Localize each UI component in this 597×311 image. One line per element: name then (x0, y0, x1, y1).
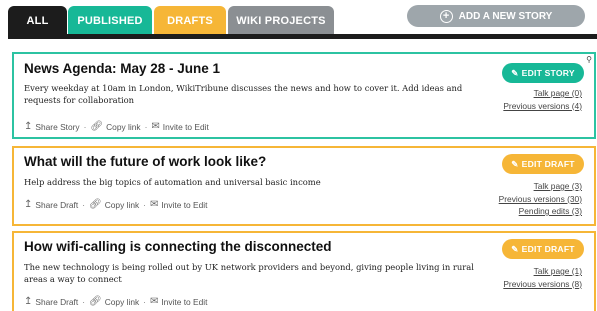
story-title[interactable]: News Agenda: May 28 - June 1 (24, 61, 220, 76)
invite-to-edit-action[interactable]: ✉ Invite to Edit (150, 296, 207, 307)
separator-dot: · (144, 121, 148, 132)
pencil-icon: ✎ (511, 243, 519, 254)
invite-label: Invite to Edit (161, 199, 208, 210)
talk-page-link[interactable]: Talk page (3) (499, 180, 582, 193)
talk-page-link[interactable]: Talk page (0) (503, 87, 582, 100)
pending-edits-link[interactable]: Pending edits (3) (499, 205, 582, 218)
story-actions: ↥ Share Draft · 🔗︎ Copy link · ✉ Invite to … (24, 199, 207, 210)
invite-to-edit-action[interactable]: ✉ Invite to Edit (151, 121, 208, 132)
share-story-action[interactable]: ↥ Share Story (24, 121, 80, 132)
add-new-story-label: ADD A NEW STORY (458, 10, 553, 22)
envelope-icon: ✉ (149, 296, 159, 307)
copy-link-action[interactable]: 🔗︎ Copy link (90, 121, 140, 132)
copy-link-label: Copy link (104, 296, 140, 307)
previous-versions-link[interactable]: Previous versions (8) (503, 278, 582, 291)
tab-wiki-projects[interactable]: WIKI PROJECTS (228, 6, 334, 36)
link-icon: 🔗︎ (89, 199, 102, 210)
story-actions: ↥ Share Story · 🔗︎ Copy link · ✉ Invite to … (24, 121, 209, 132)
story-card: What will the future of work look like? … (12, 146, 596, 226)
tab-drafts[interactable]: DRAFTS (154, 6, 226, 36)
story-title[interactable]: What will the future of work look like? (24, 154, 266, 169)
story-title[interactable]: How wifi-calling is connecting the disco… (24, 239, 332, 254)
share-label: Share Story (35, 121, 80, 132)
share-icon: ↥ (24, 199, 33, 210)
copy-link-action[interactable]: 🔗︎ Copy link (89, 296, 139, 307)
tab-all[interactable]: ALL (8, 6, 67, 36)
share-draft-action[interactable]: ↥ Share Draft (24, 296, 78, 307)
edit-story-button[interactable]: ✎ EDIT STORY (502, 63, 584, 83)
previous-versions-link[interactable]: Previous versions (30) (499, 193, 582, 206)
invite-to-edit-action[interactable]: ✉ Invite to Edit (150, 199, 207, 210)
separator-dot: · (143, 199, 146, 210)
copy-link-label: Copy link (106, 121, 141, 132)
copy-link-action[interactable]: 🔗︎ Copy link (89, 199, 139, 210)
story-description: Every weekday at 10am in London, WikiTri… (24, 83, 463, 105)
story-links: Talk page (0) Previous versions (4) (503, 87, 582, 112)
tab-underline (8, 34, 597, 39)
story-card: ⚲ News Agenda: May 28 - June 1 Every wee… (12, 52, 596, 139)
share-icon: ↥ (24, 121, 33, 132)
edit-story-label: EDIT STORY (521, 68, 575, 78)
story-description: Help address the big topics of automatio… (24, 177, 321, 187)
separator-dot: · (143, 296, 146, 307)
tab-published[interactable]: PUBLISHED (68, 6, 152, 36)
envelope-icon: ✉ (151, 121, 160, 132)
story-links: Talk page (3) Previous versions (30) Pen… (499, 180, 582, 218)
share-icon: ↥ (24, 296, 33, 307)
copy-link-label: Copy link (104, 199, 140, 210)
edit-draft-label: EDIT DRAFT (521, 159, 575, 169)
invite-label: Invite to Edit (161, 296, 208, 307)
link-icon: 🔗︎ (89, 296, 102, 307)
pencil-icon: ✎ (511, 67, 519, 78)
talk-page-link[interactable]: Talk page (1) (503, 265, 582, 278)
edit-draft-button[interactable]: ✎ EDIT DRAFT (502, 239, 584, 259)
pin-icon[interactable]: ⚲ (586, 55, 592, 64)
separator-dot: · (82, 296, 86, 307)
edit-draft-label: EDIT DRAFT (521, 244, 575, 254)
previous-versions-link[interactable]: Previous versions (4) (503, 100, 582, 113)
separator-dot: · (83, 121, 87, 132)
story-description: The new technology is being rolled out b… (24, 262, 474, 284)
story-actions: ↥ Share Draft · 🔗︎ Copy link · ✉ Invite to … (24, 296, 207, 307)
link-icon: 🔗︎ (90, 121, 104, 132)
story-links: Talk page (1) Previous versions (8) (503, 265, 582, 290)
share-label: Share Draft (35, 296, 79, 307)
plus-circle-icon: + (439, 9, 453, 23)
share-label: Share Draft (35, 199, 79, 210)
separator-dot: · (82, 199, 86, 210)
envelope-icon: ✉ (149, 199, 159, 210)
pencil-icon: ✎ (511, 158, 519, 169)
edit-draft-button[interactable]: ✎ EDIT DRAFT (502, 154, 584, 174)
add-new-story-button[interactable]: + ADD A NEW STORY (407, 5, 585, 27)
story-card: How wifi-calling is connecting the disco… (12, 231, 596, 311)
share-draft-action[interactable]: ↥ Share Draft (24, 199, 78, 210)
invite-label: Invite to Edit (162, 121, 209, 132)
